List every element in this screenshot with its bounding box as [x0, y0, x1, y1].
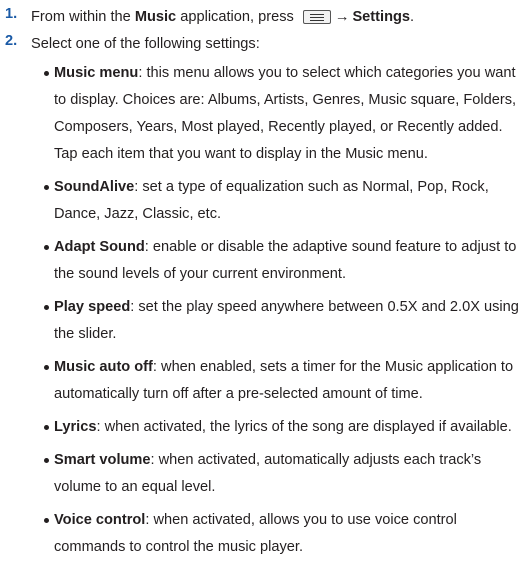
step-text: Select one of the following settings: — [31, 36, 260, 52]
setting-description: : when activated, the lyrics of the song… — [96, 419, 512, 435]
setting-label: Lyrics — [54, 419, 97, 435]
step-number: 2. — [5, 33, 18, 49]
list-item: Music menu: this menu allows you to sele… — [44, 60, 525, 168]
app-name: Music — [134, 9, 177, 25]
list-item: SoundAlive: set a type of equalization s… — [44, 174, 525, 228]
step-number: 1. — [5, 6, 18, 22]
setting-label: Music auto off — [54, 359, 153, 375]
list-item: Play speed: set the play speed anywhere … — [44, 294, 525, 348]
list-item: Lyrics: when activated, the lyrics of th… — [44, 414, 525, 441]
list-item: Adapt Sound: enable or disable the adapt… — [44, 234, 525, 288]
arrow-right-icon: → — [334, 9, 350, 25]
step-text: From within the Music application, press… — [31, 9, 415, 25]
list-item: Music auto off: when enabled, sets a tim… — [44, 354, 525, 408]
setting-label: Voice control — [54, 512, 146, 528]
settings-target: Settings — [352, 9, 411, 25]
menu-key-icon — [302, 10, 331, 24]
setting-label: Adapt Sound — [54, 239, 145, 255]
list-item: Smart volume: when activated, automatica… — [44, 447, 525, 501]
settings-list: Music menu: this menu allows you to sele… — [44, 60, 525, 567]
setting-label: Play speed — [54, 299, 131, 315]
setting-label: SoundAlive — [54, 179, 135, 195]
setting-label: Smart volume — [54, 452, 151, 468]
setting-label: Music menu — [54, 65, 139, 81]
list-item: Voice control: when activated, allows yo… — [44, 507, 525, 561]
manual-page: 1. From within the Music application, pr… — [0, 0, 531, 575]
